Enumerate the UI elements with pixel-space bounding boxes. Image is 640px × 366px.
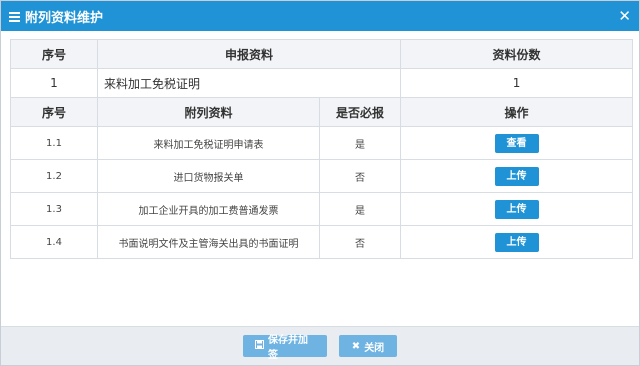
dialog-titlebar: 附列资料维护 ✕ [1, 1, 639, 31]
row-attachment: 来料加工免税证明申请表 [97, 126, 320, 160]
close-label: 关闭 [364, 342, 385, 354]
sub-header-row: 序号 附列资料 是否必报 操作 [10, 97, 634, 127]
subheader-action: 操作 [400, 97, 634, 127]
table-row: 1.2 进口货物报关单 否 上传 [10, 159, 634, 193]
row-required: 是 [318, 126, 402, 160]
header-seq: 序号 [10, 39, 98, 69]
close-button[interactable]: ✖ 关闭 [339, 335, 397, 357]
close-icon[interactable]: ✕ [618, 8, 631, 24]
subheader-seq: 序号 [10, 97, 98, 127]
header-copies: 资料份数 [400, 39, 634, 69]
row-seq: 1.3 [10, 192, 98, 226]
subheader-attachment: 附列资料 [97, 97, 320, 127]
x-icon: ✖ [351, 340, 361, 352]
main-row-copies: 1 [400, 68, 634, 98]
menu-icon [9, 11, 20, 22]
main-row-report: 来料加工免税证明 [96, 68, 402, 98]
row-seq: 1.4 [10, 225, 98, 259]
view-button[interactable]: 查看 [494, 133, 539, 153]
dialog-footer: 保存并加签 ✖ 关闭 [1, 326, 639, 365]
attachment-table: 序号 申报资料 资料份数 1 来料加工免税证明 1 序号 附列资料 是否必报 操… [10, 39, 634, 259]
row-attachment: 进口货物报关单 [97, 159, 320, 193]
table-row: 1.4 书面说明文件及主管海关出具的书面证明 否 上传 [10, 225, 634, 259]
header-report: 申报资料 [96, 39, 402, 69]
row-required: 否 [318, 225, 402, 259]
subheader-required: 是否必报 [318, 97, 402, 127]
upload-button[interactable]: 上传 [494, 232, 539, 252]
main-row: 1 来料加工免税证明 1 [10, 68, 634, 98]
main-header-row: 序号 申报资料 资料份数 [10, 39, 634, 69]
save-icon [255, 340, 264, 352]
row-attachment: 书面说明文件及主管海关出具的书面证明 [97, 225, 320, 259]
save-and-sign-label: 保存并加签 [268, 335, 308, 361]
row-required: 否 [318, 159, 402, 193]
dialog: 附列资料维护 ✕ 序号 申报资料 资料份数 1 来料加工免税证明 1 序号 附列… [0, 0, 640, 366]
save-and-sign-button[interactable]: 保存并加签 [243, 335, 327, 361]
dialog-title: 附列资料维护 [25, 10, 104, 26]
row-attachment: 加工企业开具的加工费普通发票 [97, 192, 320, 226]
row-seq: 1.2 [10, 159, 98, 193]
dialog-content: 序号 申报资料 资料份数 1 来料加工免税证明 1 序号 附列资料 是否必报 操… [10, 39, 634, 259]
table-row: 1.3 加工企业开具的加工费普通发票 是 上传 [10, 192, 634, 226]
row-seq: 1.1 [10, 126, 98, 160]
main-row-seq: 1 [10, 68, 98, 98]
upload-button[interactable]: 上传 [494, 199, 539, 219]
row-required: 是 [318, 192, 402, 226]
upload-button[interactable]: 上传 [494, 166, 539, 186]
table-row: 1.1 来料加工免税证明申请表 是 查看 [10, 126, 634, 160]
